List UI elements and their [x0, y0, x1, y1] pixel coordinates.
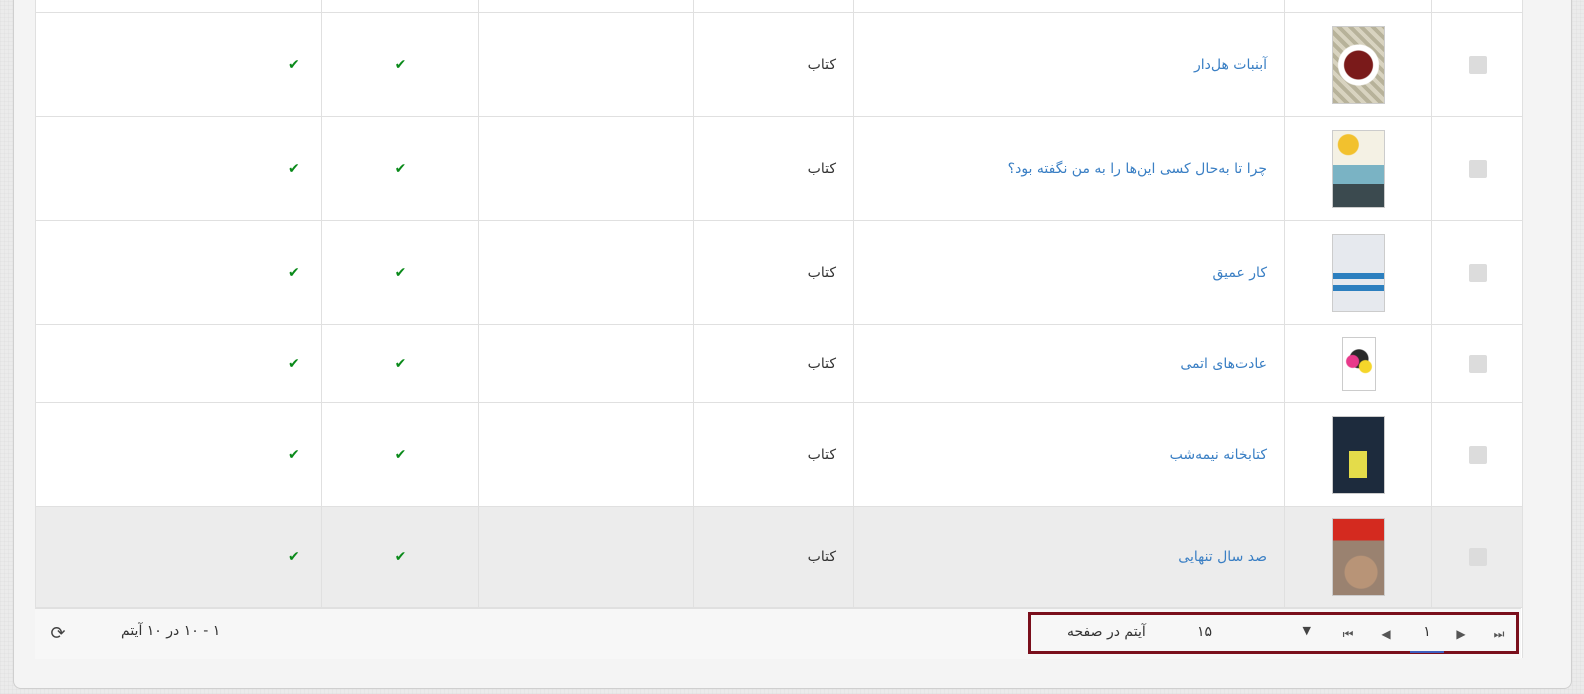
items-range-text: ۱ - ۱۰ در ۱۰ آیتم — [121, 623, 221, 639]
book-cover-image — [1341, 336, 1376, 391]
table-row[interactable]: ✔ ✔ کتاب کتابخانه نیمه‌شب — [36, 403, 1522, 507]
first-page-icon[interactable]: ⏮ — [1337, 623, 1359, 645]
type-label: کتاب — [807, 446, 836, 463]
book-cover-image — [1332, 415, 1385, 494]
check-icon: ✔ — [394, 446, 407, 463]
empty-cell — [478, 117, 694, 220]
pager: آیتم در صفحه ۱۵ ▼ ⏮ ◀ ۱ ▶ ⏭ — [1028, 612, 1519, 654]
check-icon: ✔ — [394, 264, 407, 281]
row-checkbox[interactable] — [1468, 354, 1487, 373]
table-row[interactable]: ✔ ✔ کتاب صد سال تنهایی — [36, 507, 1522, 608]
data-grid: ✔ ✔ کتاب آبنبات هل‌دار ✔ ✔ کتاب چرا تا ب… — [35, 0, 1523, 658]
table-row[interactable]: ✔ ✔ کتاب کار عمیق — [36, 221, 1522, 325]
last-page-icon[interactable]: ⏭ — [1488, 623, 1510, 645]
check-icon: ✔ — [288, 160, 300, 177]
check-icon: ✔ — [394, 56, 407, 73]
type-label: کتاب — [807, 355, 836, 372]
chevron-down-icon: ▼ — [1302, 624, 1311, 637]
table-row[interactable]: ✔ ✔ کتاب عادت‌های اتمی — [36, 325, 1522, 403]
book-title-link[interactable]: کتابخانه نیمه‌شب — [1170, 447, 1267, 463]
row-checkbox[interactable] — [1468, 445, 1487, 464]
empty-cell — [478, 507, 694, 607]
book-title-link[interactable]: صد سال تنهایی — [1178, 549, 1267, 565]
page-number-button[interactable]: ۱ — [1410, 617, 1444, 653]
empty-cell — [478, 403, 694, 506]
book-title-link[interactable]: آبنبات هل‌دار — [1194, 57, 1267, 73]
check-icon: ✔ — [288, 56, 300, 73]
empty-cell — [478, 221, 694, 324]
book-title-link[interactable]: کار عمیق — [1213, 265, 1268, 281]
type-label: کتاب — [807, 264, 836, 281]
row-checkbox[interactable] — [1468, 159, 1487, 178]
check-icon: ✔ — [288, 264, 300, 281]
per-page-label: آیتم در صفحه — [1067, 624, 1146, 640]
table-row[interactable]: ✔ ✔ کتاب چرا تا به‌حال کسی این‌ها را به … — [36, 117, 1522, 221]
type-label: کتاب — [807, 549, 836, 565]
refresh-icon[interactable]: ⟳ — [47, 623, 69, 645]
row-checkbox[interactable] — [1468, 55, 1487, 74]
table-row-partial — [36, 0, 1522, 13]
previous-page-icon[interactable]: ◀ — [1375, 623, 1397, 645]
empty-cell — [478, 13, 694, 116]
next-page-icon[interactable]: ▶ — [1450, 623, 1472, 645]
check-icon: ✔ — [394, 160, 407, 177]
book-cover-image — [1332, 518, 1385, 596]
table-row[interactable]: ✔ ✔ کتاب آبنبات هل‌دار — [36, 13, 1522, 117]
check-icon: ✔ — [288, 355, 300, 372]
per-page-dropdown[interactable]: ۱۵ ▼ — [1191, 621, 1311, 647]
check-icon: ✔ — [394, 549, 407, 565]
type-label: کتاب — [807, 160, 836, 177]
check-icon: ✔ — [288, 549, 300, 565]
book-title-link[interactable]: چرا تا به‌حال کسی این‌ها را به من نگفته … — [1008, 161, 1267, 177]
book-cover-image — [1332, 25, 1385, 104]
per-page-value: ۱۵ — [1197, 624, 1213, 640]
grid-footer: ⟳ ۱ - ۱۰ در ۱۰ آیتم آیتم در صفحه ۱۵ ▼ ⏮ … — [35, 608, 1521, 659]
type-label: کتاب — [807, 56, 836, 73]
check-icon: ✔ — [394, 355, 407, 372]
book-title-link[interactable]: عادت‌های اتمی — [1180, 356, 1267, 372]
empty-cell — [478, 325, 694, 402]
row-checkbox[interactable] — [1468, 263, 1487, 282]
check-icon: ✔ — [288, 446, 300, 463]
book-cover-image — [1332, 129, 1385, 208]
book-cover-image — [1332, 233, 1385, 312]
row-checkbox[interactable] — [1468, 548, 1487, 566]
